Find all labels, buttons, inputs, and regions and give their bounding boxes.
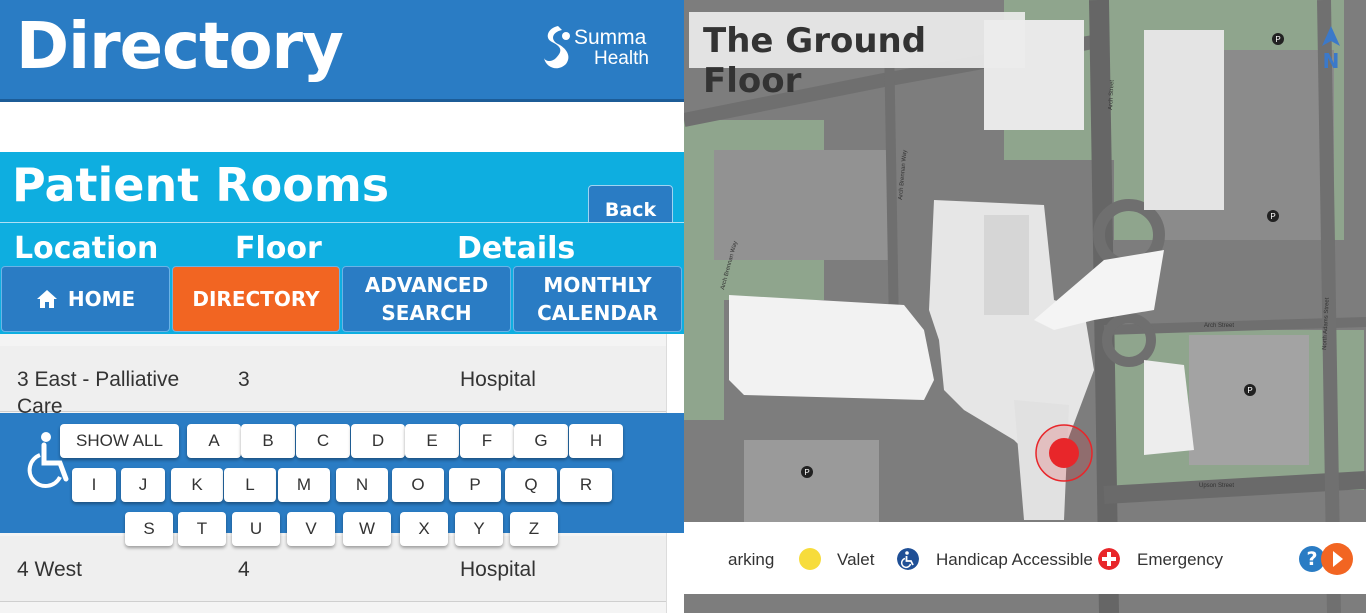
advanced-search-label-1: ADVANCED — [364, 273, 489, 297]
map-legend: arking Valet Handicap Accessible Emergen… — [684, 522, 1366, 594]
column-header-floor: Floor — [235, 231, 322, 266]
directory-panel: Directory Summa Health Patient Rooms Bac… — [0, 0, 684, 613]
letter-key-o[interactable]: O — [392, 468, 444, 502]
logo-text-health: Health — [594, 48, 649, 69]
wheelchair-icon — [897, 548, 919, 570]
letter-key-n[interactable]: N — [336, 468, 388, 502]
column-headers: Location Floor Details — [0, 222, 684, 268]
row-floor: 4 — [238, 558, 250, 581]
parking-marker[interactable]: P — [801, 466, 813, 478]
svg-text:P: P — [1247, 386, 1252, 395]
legend-label-handicap: Handicap Accessible — [936, 550, 1093, 569]
section-title: Patient Rooms — [12, 158, 390, 212]
back-button[interactable]: Back — [588, 185, 673, 225]
directory-header: Directory Summa Health — [0, 0, 684, 102]
parking-marker[interactable]: P — [1244, 384, 1256, 396]
letter-key-h[interactable]: H — [569, 424, 623, 458]
letter-key-r[interactable]: R — [560, 468, 612, 502]
letter-key-d[interactable]: D — [351, 424, 405, 458]
row-details: Hospital — [460, 368, 536, 391]
show-all-key[interactable]: SHOW ALL — [60, 424, 179, 458]
table-row[interactable]: 3 East - Palliative Care 3 Hospital — [0, 346, 666, 418]
row-location: 4 West — [17, 558, 82, 581]
home-icon — [36, 290, 57, 308]
main-nav: HOME DIRECTORY ADVANCED SEARCH MONTHLY C… — [0, 266, 684, 334]
letter-key-k[interactable]: K — [171, 468, 223, 502]
page-title: Directory — [16, 10, 344, 84]
letter-key-w[interactable]: W — [343, 512, 391, 546]
letter-key-x[interactable]: X — [400, 512, 448, 546]
row-details: Hospital — [460, 558, 536, 581]
letter-key-s[interactable]: S — [125, 512, 173, 546]
column-header-details: Details — [457, 231, 576, 266]
row-location: 3 East - Palliative Care — [17, 368, 180, 418]
section-band: Patient Rooms — [0, 152, 684, 222]
compass-icon: N — [1322, 26, 1340, 72]
letter-key-q[interactable]: Q — [505, 468, 557, 502]
legend-label-parking: arking — [728, 550, 775, 569]
letter-key-z[interactable]: Z — [510, 512, 558, 546]
parking-marker[interactable]: P — [1272, 33, 1284, 45]
you-are-here-marker — [1035, 424, 1093, 482]
legend-scroll-right-icon[interactable] — [1320, 542, 1354, 576]
directory-button-label: DIRECTORY — [192, 287, 320, 311]
letter-key-v[interactable]: V — [287, 512, 335, 546]
home-button[interactable]: HOME — [1, 266, 170, 332]
svg-text:P: P — [1270, 212, 1275, 221]
advanced-search-label-2: SEARCH — [381, 301, 472, 325]
letter-key-b[interactable]: B — [241, 424, 295, 458]
home-button-label: HOME — [67, 287, 136, 311]
letter-key-y[interactable]: Y — [455, 512, 503, 546]
monthly-calendar-label-1: MONTHLY — [543, 273, 652, 297]
letter-key-e[interactable]: E — [405, 424, 459, 458]
logo-text-summa: Summa — [574, 26, 647, 49]
letter-key-u[interactable]: U — [232, 512, 280, 546]
letter-key-l[interactable]: L — [224, 468, 276, 502]
map-panel: Arch Street Upson Street Arch Street Arc… — [684, 0, 1366, 613]
row-floor: 3 — [238, 368, 250, 391]
monthly-calendar-button[interactable]: MONTHLY CALENDAR — [513, 266, 682, 332]
svg-text:P: P — [804, 468, 809, 477]
letter-key-m[interactable]: M — [278, 468, 330, 502]
advanced-search-button[interactable]: ADVANCED SEARCH — [342, 266, 511, 332]
street-label: Arch Street — [1204, 323, 1234, 329]
letter-key-t[interactable]: T — [178, 512, 226, 546]
svg-text:P: P — [1275, 35, 1280, 44]
svg-text:N: N — [1323, 49, 1340, 72]
directory-button[interactable]: DIRECTORY — [172, 266, 340, 332]
letter-key-i[interactable]: I — [72, 468, 116, 502]
legend-label-valet: Valet — [837, 550, 875, 569]
legend-label-emergency: Emergency — [1137, 550, 1223, 569]
letter-key-c[interactable]: C — [296, 424, 350, 458]
letter-key-p[interactable]: P — [449, 468, 501, 502]
floor-title: The Ground Floor — [689, 12, 1025, 101]
letter-key-f[interactable]: F — [460, 424, 514, 458]
table-row[interactable]: 4 West 4 Hospital — [0, 536, 666, 602]
monthly-calendar-label-2: CALENDAR — [537, 301, 658, 325]
emergency-cross-icon — [1098, 548, 1120, 570]
summa-logo-icon — [544, 26, 570, 69]
parking-marker[interactable]: P — [1267, 210, 1279, 222]
summa-health-logo: Summa Health — [540, 22, 670, 78]
letter-key-a[interactable]: A — [187, 424, 241, 458]
column-header-location: Location — [14, 231, 159, 266]
letter-key-g[interactable]: G — [514, 424, 568, 458]
valet-dot-icon — [799, 548, 821, 570]
street-label: Upson Street — [1199, 483, 1234, 489]
letter-key-j[interactable]: J — [121, 468, 165, 502]
